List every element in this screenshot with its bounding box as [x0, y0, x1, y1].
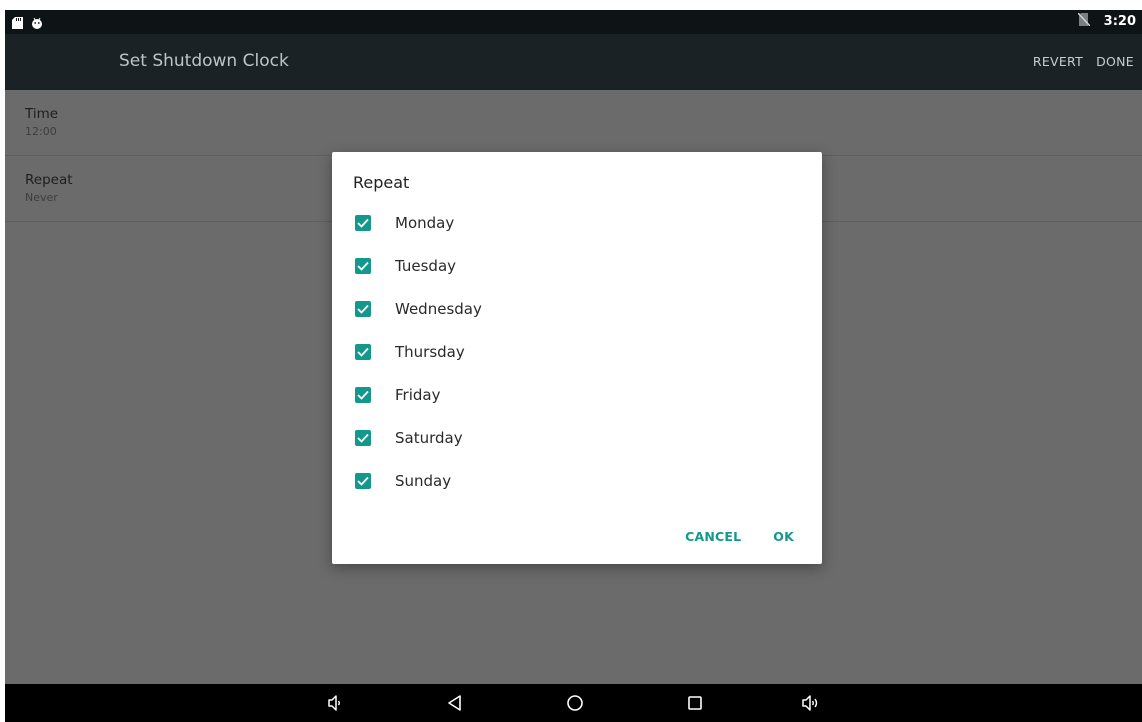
check-icon [357, 218, 369, 228]
app-bar: Set Shutdown Clock REVERT DONE [5, 34, 1142, 90]
checkbox-checked[interactable] [355, 301, 371, 317]
done-button[interactable]: DONE [1096, 54, 1134, 69]
option-sunday[interactable]: Sunday [355, 466, 795, 496]
status-bar: 3:20 [5, 10, 1142, 34]
preference-summary: Never [25, 191, 58, 204]
option-friday[interactable]: Friday [355, 380, 795, 410]
check-icon [357, 347, 369, 357]
option-monday[interactable]: Monday [355, 208, 795, 238]
screen: 3:20 Set Shutdown Clock REVERT DONE Time… [5, 10, 1142, 722]
option-label: Sunday [395, 472, 452, 490]
option-label: Thursday [395, 343, 465, 361]
option-tuesday[interactable]: Tuesday [355, 251, 795, 281]
preference-title: Repeat [25, 172, 73, 188]
sd-card-icon [12, 14, 23, 29]
time-preference[interactable]: Time 12:00 [5, 90, 1142, 156]
option-saturday[interactable]: Saturday [355, 423, 795, 453]
check-icon [357, 390, 369, 400]
checkbox-checked[interactable] [355, 430, 371, 446]
option-label: Wednesday [395, 300, 482, 318]
volume-up-icon[interactable] [800, 693, 820, 713]
option-label: Tuesday [395, 257, 457, 275]
checkbox-checked[interactable] [355, 387, 371, 403]
option-label: Friday [395, 386, 441, 404]
navigation-bar [5, 684, 1142, 722]
checkbox-checked[interactable] [355, 473, 371, 489]
home-icon[interactable] [565, 693, 585, 713]
ok-button[interactable]: OK [773, 529, 794, 544]
preference-summary: 12:00 [25, 125, 57, 138]
checkbox-checked[interactable] [355, 215, 371, 231]
checkbox-checked[interactable] [355, 258, 371, 274]
repeat-dialog: Repeat Monday Tuesday Wednesday Thursday… [332, 152, 822, 564]
check-icon [357, 433, 369, 443]
volume-down-icon[interactable] [325, 693, 345, 713]
page-title: Set Shutdown Clock [119, 51, 289, 71]
preference-title: Time [25, 106, 59, 122]
option-label: Saturday [395, 429, 463, 447]
back-icon[interactable] [445, 693, 465, 713]
dialog-title: Repeat [353, 173, 410, 192]
clock-time: 3:20 [1103, 14, 1136, 29]
recents-icon[interactable] [685, 693, 705, 713]
cancel-button[interactable]: CANCEL [685, 529, 741, 544]
option-label: Monday [395, 214, 455, 232]
android-icon [31, 14, 42, 29]
check-icon [357, 476, 369, 486]
checkbox-checked[interactable] [355, 344, 371, 360]
revert-button[interactable]: REVERT [1033, 54, 1083, 69]
check-icon [357, 261, 369, 271]
no-sim-icon [1077, 12, 1091, 30]
check-icon [357, 304, 369, 314]
option-thursday[interactable]: Thursday [355, 337, 795, 367]
option-wednesday[interactable]: Wednesday [355, 294, 795, 324]
